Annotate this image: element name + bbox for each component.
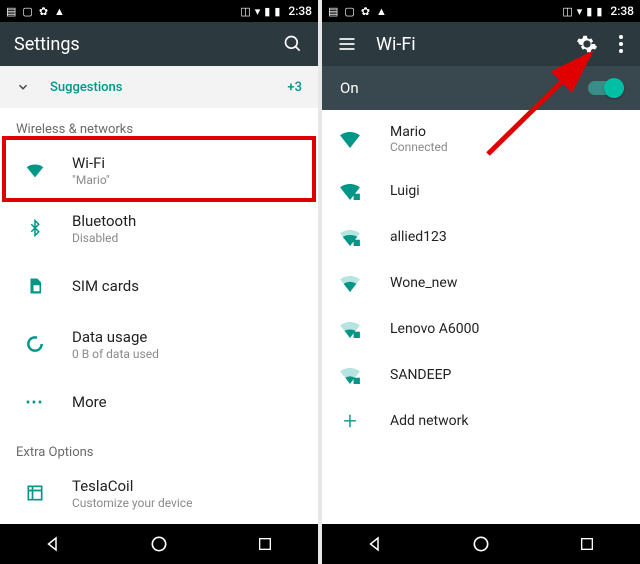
wifi-screen: ▤ ▢ ✿ ▲ ◫ ▾ ▮ ▮ 2:38 Wi-Fi <box>322 0 640 564</box>
wifi-signal-lock-icon <box>338 366 362 384</box>
row-title: SIM cards <box>72 277 139 295</box>
battery-icon: ▮ <box>274 5 280 18</box>
network-status: Connected <box>390 140 448 154</box>
network-name: Luigi <box>390 183 420 199</box>
row-subtitle: Disabled <box>72 231 136 245</box>
settings-screen: ▤ ▢ ✿ ▲ ◫ ▾ ▮ ▮ 2:38 Settings Suggest <box>0 0 318 564</box>
notif-icon: ▤ <box>328 5 338 18</box>
sim-icon <box>16 276 54 296</box>
more-row[interactable]: ⋯ More <box>0 373 318 431</box>
page-title: Wi-Fi <box>376 34 558 55</box>
back-button[interactable] <box>364 533 386 555</box>
settings-gear-icon[interactable] <box>576 33 598 55</box>
nav-bar <box>0 524 318 564</box>
network-row[interactable]: Luigi <box>322 168 640 214</box>
wifi-status-icon: ▾ <box>577 5 583 18</box>
suggestions-count: +3 <box>287 80 302 95</box>
chevron-down-icon <box>16 80 30 94</box>
warning-icon: ▲ <box>376 5 387 18</box>
gear-icon: ✿ <box>361 5 370 18</box>
wifi-status-icon: ▾ <box>255 5 261 18</box>
wifi-state-label: On <box>340 79 588 97</box>
wifi-icon <box>16 159 54 181</box>
row-title: TeslaCoil <box>72 477 192 495</box>
add-network-label: Add network <box>390 413 468 429</box>
wifi-row[interactable]: Wi-Fi "Mario" <box>0 141 318 199</box>
notif-icon: ▤ <box>6 5 16 18</box>
vibrate-icon: ◫ <box>240 5 250 18</box>
row-title: More <box>72 393 107 411</box>
settings-list: Wireless & networks Wi-Fi "Mario" Blueto… <box>0 108 318 524</box>
signal-icon: ▮ <box>586 5 592 18</box>
add-network-row[interactable]: + Add network <box>322 398 640 444</box>
network-row[interactable]: Lenovo A6000 <box>322 306 640 352</box>
recents-button[interactable] <box>576 533 598 555</box>
back-button[interactable] <box>42 533 64 555</box>
home-button[interactable] <box>148 533 170 555</box>
section-header: Wireless & networks <box>0 108 318 141</box>
gear-icon: ✿ <box>39 5 48 18</box>
battery-icon: ▮ <box>596 5 602 18</box>
status-bar: ▤ ▢ ✿ ▲ ◫ ▾ ▮ ▮ 2:38 <box>322 0 640 22</box>
hamburger-icon[interactable] <box>336 33 358 55</box>
wifi-signal-lock-icon <box>338 182 362 200</box>
image-icon: ▢ <box>22 5 32 18</box>
network-name: Wone_new <box>390 275 457 291</box>
vibrate-icon: ◫ <box>562 5 572 18</box>
more-icon: ⋯ <box>16 392 54 413</box>
nav-bar <box>322 524 640 564</box>
app-bar: Wi-Fi <box>322 22 640 66</box>
network-list: Mario Connected Luigi allied123 Wone_new… <box>322 110 640 524</box>
network-name: Lenovo A6000 <box>390 321 479 337</box>
clock-text: 2:38 <box>288 4 312 18</box>
plus-icon: + <box>338 407 362 435</box>
recents-button[interactable] <box>254 533 276 555</box>
wifi-signal-icon <box>338 130 362 148</box>
teslacoil-icon <box>16 483 54 503</box>
image-icon: ▢ <box>344 5 354 18</box>
data-usage-icon <box>16 334 54 354</box>
network-name: allied123 <box>390 229 447 245</box>
page-title: Settings <box>14 34 264 55</box>
row-subtitle: 0 B of data used <box>72 347 159 361</box>
network-name: Mario <box>390 124 448 140</box>
network-row[interactable]: allied123 <box>322 214 640 260</box>
overflow-icon[interactable] <box>616 33 626 55</box>
wifi-signal-icon <box>338 274 362 292</box>
wifi-signal-lock-icon <box>338 228 362 246</box>
signal-icon: ▮ <box>264 5 270 18</box>
app-bar: Settings <box>0 22 318 66</box>
row-title: Wi-Fi <box>72 154 110 172</box>
suggestions-row[interactable]: Suggestions +3 <box>0 66 318 108</box>
wifi-state-bar: On <box>322 66 640 110</box>
wifi-signal-lock-icon <box>338 320 362 338</box>
row-subtitle: "Mario" <box>72 173 110 187</box>
teslacoil-row[interactable]: TeslaCoil Customize your device <box>0 464 318 522</box>
network-row[interactable]: SANDEEP <box>322 352 640 398</box>
wifi-toggle[interactable] <box>588 81 622 95</box>
row-subtitle: Customize your device <box>72 496 192 510</box>
data-usage-row[interactable]: Data usage 0 B of data used <box>0 315 318 373</box>
bluetooth-icon <box>16 217 54 239</box>
search-icon[interactable] <box>282 33 304 55</box>
row-title: Bluetooth <box>72 212 136 230</box>
network-row[interactable]: Mario Connected <box>322 110 640 168</box>
network-name: SANDEEP <box>390 367 451 383</box>
network-row[interactable]: Wone_new <box>322 260 640 306</box>
suggestions-label: Suggestions <box>50 80 287 95</box>
status-bar: ▤ ▢ ✿ ▲ ◫ ▾ ▮ ▮ 2:38 <box>0 0 318 22</box>
section-header: Extra Options <box>0 431 318 464</box>
warning-icon: ▲ <box>54 5 65 18</box>
row-title: Data usage <box>72 328 159 346</box>
clock-text: 2:38 <box>610 4 634 18</box>
home-button[interactable] <box>470 533 492 555</box>
bluetooth-row[interactable]: Bluetooth Disabled <box>0 199 318 257</box>
sim-row[interactable]: SIM cards <box>0 257 318 315</box>
